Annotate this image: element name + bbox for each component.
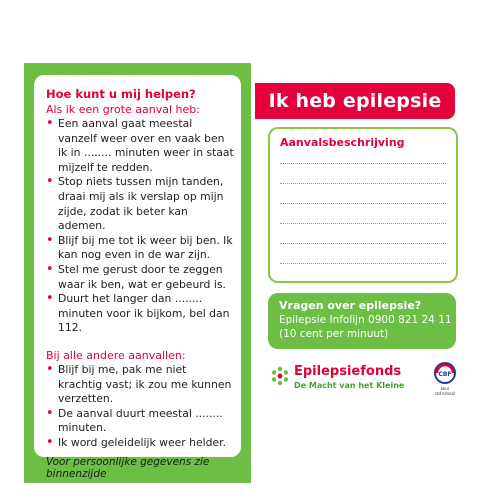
help-content: Hoe kunt u mij helpen? Als ik een grote … (46, 87, 234, 480)
other-seizure-subheading: Bij alle andere aanvallen: (46, 348, 186, 362)
help-heading: Hoe kunt u mij helpen? (46, 87, 196, 101)
help-card-panel: Hoe kunt u mij helpen? Als ik een grote … (34, 75, 241, 480)
infoline-heading: Vragen over epilepsie? (279, 299, 422, 312)
title-banner: Ik heb epilepsie (255, 83, 455, 119)
list-item: De aanval duurt meestal ........ minuten… (46, 407, 234, 436)
dotted-line (280, 263, 446, 264)
big-seizure-subheading: Als ik een grote aanval heb: (46, 103, 200, 116)
list-item: Blijf bij me tot ik weer bij ben. Ik kan… (46, 234, 234, 263)
personal-details-note: Voor persoonlijke gegevens zie binnenzij… (46, 456, 210, 481)
list-item: Stop niets tussen mijn tanden, draai mij… (46, 175, 234, 233)
infoline-cost: (10 cent per minuut) (279, 328, 389, 340)
infoline-phone: Epilepsie Infolijn 0900 821 24 11 (279, 314, 452, 326)
list-item: Duurt het langer dan ........ minuten vo… (46, 292, 234, 336)
cbf-label: CBF (438, 371, 451, 378)
dotted-line (280, 183, 446, 184)
dotted-line (280, 223, 446, 224)
dotted-line (280, 163, 446, 164)
epilepsiefonds-logo-icon (271, 366, 289, 386)
cbf-caption: keur cbf.nl/seal (434, 386, 456, 396)
seizure-description-label: Aanvalsbeschrijving (280, 136, 405, 149)
list-item: Ik word geleidelijk weer helder. (46, 436, 234, 451)
list-item: Blijf bij me, pak me niet krachtig vast;… (46, 363, 234, 407)
brand-tagline: De Macht van het Kleine (294, 381, 405, 390)
seizure-description-box: Aanvalsbeschrijving (268, 127, 458, 283)
other-seizure-list: Blijf bij me, pak me niet krachtig vast;… (46, 363, 234, 451)
help-card: Hoe kunt u mij helpen? Als ik een grote … (24, 63, 251, 483)
cbf-seal-icon: CBF (434, 362, 456, 384)
list-item: Een aanval gaat meestal vanzelf weer ove… (46, 117, 234, 175)
dotted-line (280, 203, 446, 204)
brand-name: Epilepsiefonds (294, 364, 402, 379)
list-item: Stel me gerust door te zeggen waar ik be… (46, 263, 234, 292)
dotted-line (280, 243, 446, 244)
big-seizure-list: Een aanval gaat meestal vanzelf weer ove… (46, 117, 234, 336)
infoline-box: Vragen over epilepsie? Epilepsie Infolij… (268, 293, 456, 349)
